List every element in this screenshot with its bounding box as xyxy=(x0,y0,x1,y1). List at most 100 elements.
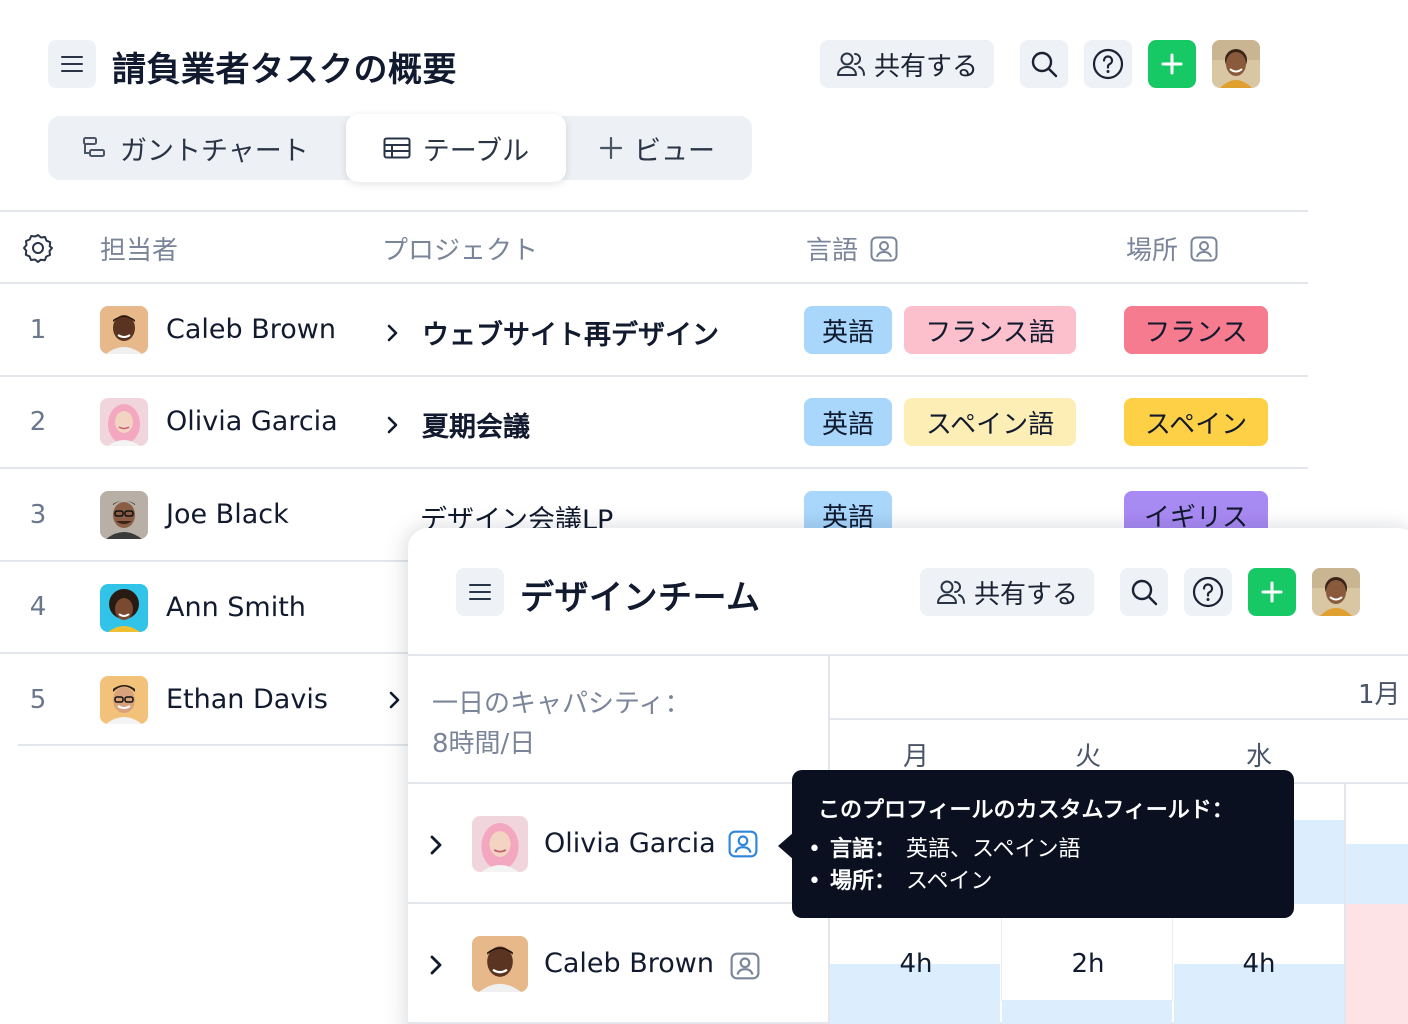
user-avatar[interactable] xyxy=(1312,568,1360,616)
divider xyxy=(0,375,1308,377)
avatar xyxy=(100,398,148,446)
row-number: 3 xyxy=(29,500,47,530)
divider xyxy=(0,652,420,654)
help-icon xyxy=(1092,48,1124,80)
share-label: 共有する xyxy=(974,579,1079,610)
column-header-language[interactable]: 言語 xyxy=(806,230,898,267)
capacity-value: 8時間/日 xyxy=(432,729,536,759)
chevron-right-icon[interactable] xyxy=(388,690,402,710)
divider xyxy=(0,210,1308,212)
column-header-assignee[interactable]: 担当者 xyxy=(100,230,178,267)
hamburger-icon xyxy=(61,56,83,72)
plus-icon xyxy=(1161,53,1183,75)
chevron-right-icon[interactable] xyxy=(386,415,400,435)
language-chip: フランス語 xyxy=(904,306,1076,354)
plus-icon xyxy=(600,137,622,159)
menu-button[interactable] xyxy=(456,568,504,616)
search-button[interactable] xyxy=(1120,568,1168,616)
project-name: 夏期会議 xyxy=(422,412,530,443)
avatar xyxy=(100,306,148,354)
tooltip-value: 英語、スペイン語 xyxy=(906,837,1081,862)
project-name: ウェブサイト再デザイン xyxy=(422,320,719,351)
assignee-name: Caleb Brown xyxy=(166,314,336,345)
profile-field-icon xyxy=(870,236,898,261)
help-button[interactable] xyxy=(1084,40,1132,88)
settings-icon[interactable] xyxy=(22,232,54,264)
capacity-bar xyxy=(1002,1000,1172,1024)
capacity-label: 一日のキャパシティ： 8時間/日 xyxy=(432,684,690,764)
divider xyxy=(408,654,1408,656)
location-chip: フランス xyxy=(1124,306,1268,354)
share-label: 共有する xyxy=(874,51,979,82)
tab-table[interactable]: テーブル xyxy=(346,114,566,182)
search-icon xyxy=(1131,579,1158,606)
divider xyxy=(0,560,420,562)
chevron-right-icon[interactable] xyxy=(428,834,444,856)
column-label: 言語 xyxy=(806,236,859,266)
users-icon xyxy=(937,580,965,604)
assignee-name: Ethan Davis xyxy=(166,684,328,715)
tooltip-list: 言語： 英語、スペイン語 場所： スペイン xyxy=(808,834,1268,898)
assignee-name: Joe Black xyxy=(166,499,289,530)
person-name: Olivia Garcia xyxy=(544,828,716,859)
tooltip-key: 言語： xyxy=(830,837,897,862)
plus-icon xyxy=(1261,581,1283,603)
users-icon xyxy=(837,52,865,76)
avatar xyxy=(472,936,528,992)
divider xyxy=(18,744,420,746)
column-header-location[interactable]: 場所 xyxy=(1126,230,1218,267)
gantt-icon xyxy=(83,137,105,157)
tooltip-key: 場所： xyxy=(830,869,897,894)
add-view-button[interactable]: ビュー xyxy=(600,116,715,180)
profile-field-icon[interactable] xyxy=(728,830,758,858)
column-header-project[interactable]: プロジェクト xyxy=(382,230,538,267)
day-header: 月 xyxy=(902,742,929,772)
language-chip: スペイン語 xyxy=(904,398,1076,446)
profile-field-icon[interactable] xyxy=(730,952,760,980)
person-name: Caleb Brown xyxy=(544,948,714,979)
day-header: 火 xyxy=(1074,742,1101,772)
tab-gantt[interactable]: ガントチャート xyxy=(82,116,309,180)
capacity-line: 一日のキャパシティ： xyxy=(432,689,691,719)
avatar xyxy=(100,676,148,724)
row-number: 2 xyxy=(29,407,47,437)
hamburger-icon xyxy=(469,584,491,600)
column-label: 場所 xyxy=(1126,236,1179,266)
row-number: 1 xyxy=(29,315,47,345)
capacity-bar xyxy=(1346,844,1408,904)
day-header: 水 xyxy=(1245,742,1272,772)
share-button[interactable]: 共有する xyxy=(920,568,1095,616)
add-button[interactable] xyxy=(1248,568,1296,616)
share-button[interactable]: 共有する xyxy=(820,40,995,88)
month-label: 1月 xyxy=(1358,680,1401,710)
tooltip-item: 場所： スペイン xyxy=(808,866,1268,898)
language-chip: 英語 xyxy=(804,306,892,354)
avatar xyxy=(100,491,148,539)
add-button[interactable] xyxy=(1148,40,1196,88)
search-button[interactable] xyxy=(1020,40,1068,88)
page-title: 請負業者タスクの概要 xyxy=(112,50,457,90)
custom-fields-tooltip: このプロフィールのカスタムフィールド： 言語： 英語、スペイン語 場所： スペイン xyxy=(792,770,1294,918)
hours-value: 4h xyxy=(899,949,933,979)
chevron-right-icon[interactable] xyxy=(428,954,444,976)
divider xyxy=(0,282,1308,284)
assignee-name: Olivia Garcia xyxy=(166,406,338,437)
column-label: プロジェクト xyxy=(382,236,539,266)
overload-bar xyxy=(1346,904,1408,1024)
user-avatar[interactable] xyxy=(1212,40,1260,88)
add-view-label: ビュー xyxy=(634,135,715,167)
tab-table-label: テーブル xyxy=(422,135,530,167)
view-tabs: ガントチャート テーブル ビュー xyxy=(48,114,752,182)
location-chip: スペイン xyxy=(1124,398,1268,446)
project-cell[interactable]: ウェブサイト再デザイン xyxy=(386,313,719,352)
menu-button[interactable] xyxy=(48,40,96,88)
project-cell[interactable]: 夏期会議 xyxy=(386,405,530,444)
profile-field-icon xyxy=(1190,236,1218,261)
chevron-right-icon[interactable] xyxy=(386,323,400,343)
hours-value: 4h xyxy=(1242,949,1276,979)
panel-title: デザインチーム xyxy=(520,578,761,618)
search-icon xyxy=(1031,51,1058,78)
tooltip-title: このプロフィールのカスタムフィールド： xyxy=(818,798,1234,823)
help-button[interactable] xyxy=(1184,568,1232,616)
tooltip-item: 言語： 英語、スペイン語 xyxy=(808,834,1268,866)
